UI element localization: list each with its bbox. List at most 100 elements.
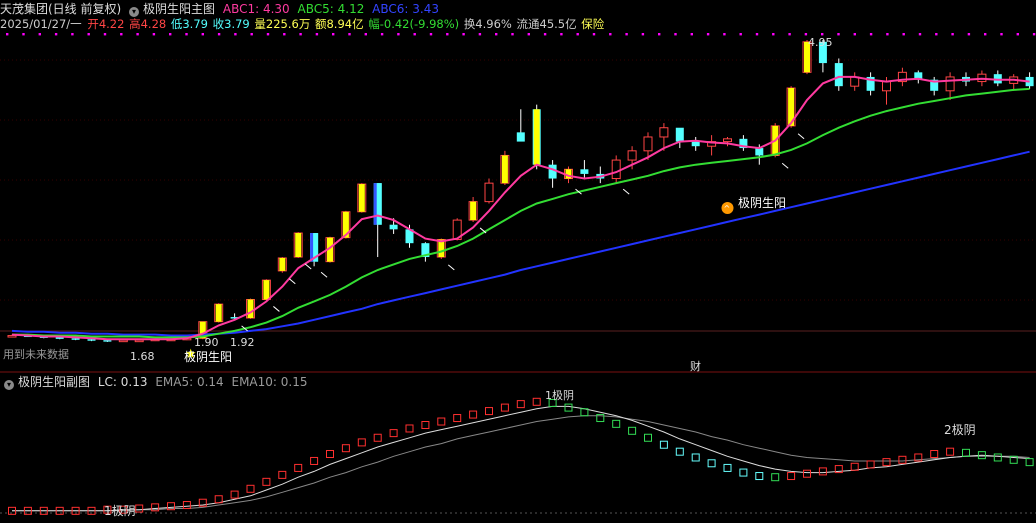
dot [266, 33, 270, 36]
dot [804, 33, 808, 36]
peak-price-label: 4.95 [808, 36, 833, 49]
lc-square [532, 397, 541, 406]
sub-indicator-name[interactable]: 极阴生阳副图 [18, 375, 90, 389]
lc-square [421, 421, 430, 429]
lc-square [930, 450, 939, 458]
lc-square [659, 440, 668, 449]
dot [299, 33, 302, 36]
candle-body [7, 335, 17, 338]
lc-square [135, 504, 144, 513]
dot [837, 33, 840, 36]
blue-bar [373, 183, 377, 225]
lc-square [739, 468, 748, 477]
lc-square [723, 463, 732, 472]
dot [1016, 33, 1019, 36]
signal-circle-glyph: ^ [724, 204, 731, 213]
sub-label-2jiyin: 2极阴 [944, 423, 976, 437]
dot [1032, 33, 1036, 36]
indicator-name[interactable]: 极阴生阳主图 [143, 2, 215, 16]
lc-square [485, 407, 493, 416]
dot [706, 33, 710, 36]
lc-square [564, 403, 573, 412]
stock-name[interactable]: 天茂集团(日线 前复权) [0, 2, 121, 16]
ema5-value: EMA5: 0.14 [155, 375, 224, 389]
dot [332, 33, 335, 36]
dot [250, 33, 253, 36]
lc-square [707, 459, 716, 468]
dot [185, 33, 188, 36]
dot [543, 33, 547, 36]
lc-square [993, 453, 1002, 462]
dot [6, 33, 9, 36]
dot [984, 33, 987, 36]
dot [397, 33, 400, 36]
sub-title-bar: ▾ 极阴生阳副图 LC: 0.13 EMA5: 0.14 EMA10: 0.15 [0, 374, 312, 390]
candle-body [548, 164, 557, 179]
candle-body [103, 340, 112, 342]
blue-bar [310, 233, 314, 262]
lc-square [341, 444, 350, 453]
dot [315, 33, 319, 36]
signal-bar [279, 257, 286, 271]
arrow-mark [320, 271, 328, 278]
lc-square [262, 477, 271, 486]
candle-body [643, 136, 653, 152]
lc-square [437, 417, 446, 426]
candle-body [723, 138, 732, 143]
lc-square [771, 473, 780, 482]
dot [103, 33, 107, 36]
arrow-mark [622, 188, 630, 195]
magenta-dot-row [6, 33, 1036, 36]
dot [967, 33, 971, 36]
lc-square [644, 433, 652, 442]
lc-square [866, 460, 875, 469]
dot [511, 33, 514, 36]
turnover-text: 换4.96% [463, 17, 512, 31]
dot [364, 33, 367, 36]
dot [886, 33, 889, 36]
lc-square [818, 467, 827, 476]
dot [902, 33, 905, 36]
candle-body [484, 182, 494, 203]
lc-square [405, 424, 414, 433]
dot [120, 33, 123, 36]
dot [641, 33, 645, 36]
change-text: 幅-0.42(-9.98%) [368, 17, 460, 31]
dot [772, 33, 775, 36]
dot [201, 33, 204, 36]
dot [1000, 33, 1003, 36]
dot [495, 33, 498, 36]
signal-label-2: 极阴生阳 [738, 196, 787, 210]
finance-marker[interactable]: 财 [690, 358, 701, 374]
arrow-mark [797, 133, 805, 140]
dot [918, 33, 922, 36]
chart-window: ★ ^ 天茂集团(日线 前复权) ▾ 极阴生阳主图 ABC1: 4.30 ABC5:… [0, 0, 1036, 523]
dot [217, 33, 221, 36]
lc-square [310, 456, 319, 465]
arrow-mark [273, 306, 280, 312]
lc-square [357, 438, 366, 447]
main-title-bar: 天茂集团(日线 前复权) ▾ 极阴生阳主图 ABC1: 4.30 ABC5: 4.… [0, 1, 443, 17]
candle-body [834, 63, 843, 87]
lc-square [946, 447, 955, 456]
candle-body [755, 148, 764, 156]
lc-square [691, 453, 700, 462]
main-chart[interactable]: ★^ [0, 0, 1036, 523]
dot [690, 33, 693, 36]
dot [38, 33, 41, 36]
dot [22, 33, 25, 36]
lc-square [182, 501, 191, 510]
signal-bar [295, 233, 302, 258]
dot [869, 33, 873, 36]
quote-info-bar: 2025/01/27/一 开4.22 高4.28 低3.79 收3.79 量22… [0, 16, 608, 32]
sub-indicator-menu-icon[interactable]: ▾ [4, 380, 14, 390]
arrow-mark [447, 264, 455, 271]
grid-lines [0, 59, 1036, 373]
dot [658, 33, 661, 36]
candle-body [134, 339, 144, 343]
dot [446, 33, 449, 36]
ema5-line [12, 405, 1030, 512]
abc5-value: ABC5: 4.12 [297, 2, 365, 16]
lc-square [882, 458, 891, 467]
price-192-label: 1.92 [230, 336, 255, 349]
